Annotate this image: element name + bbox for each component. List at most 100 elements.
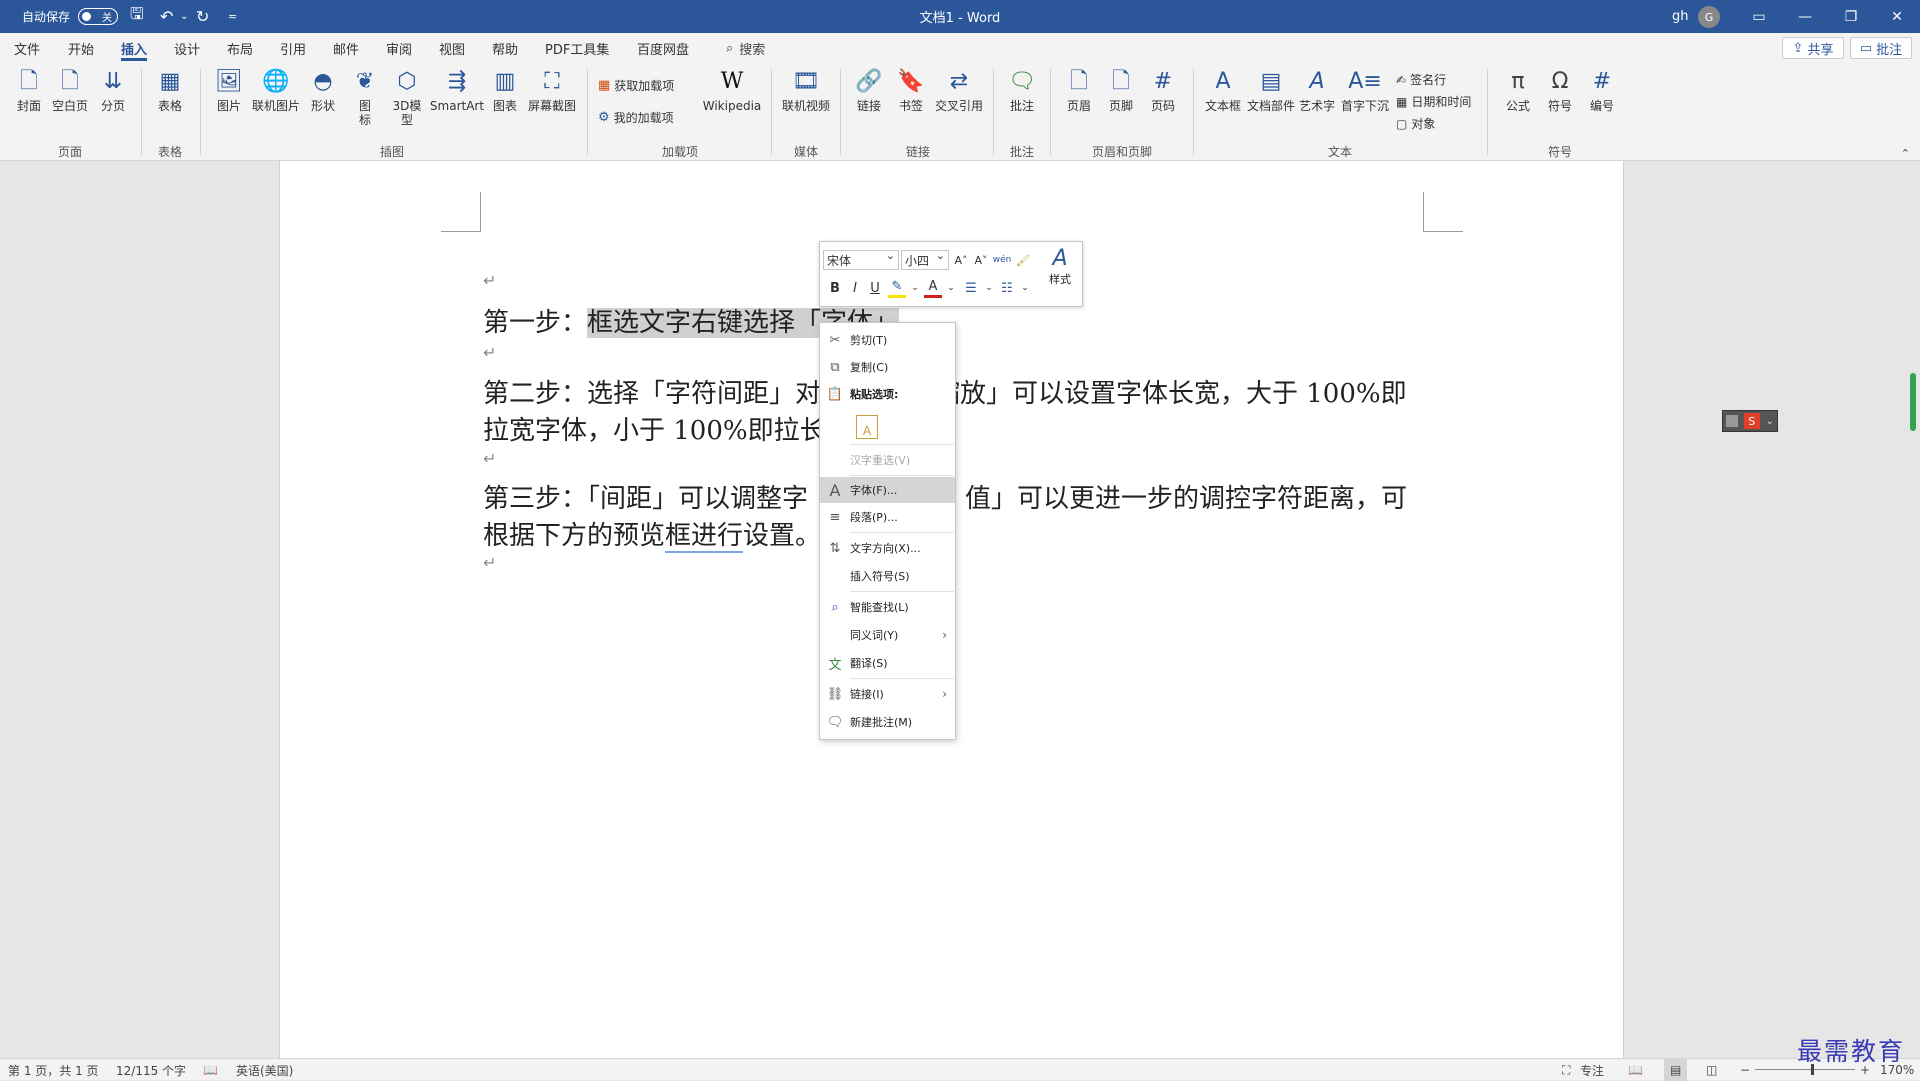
text-line-2-tail[interactable]: 缩放」可以设置字体长宽，大于 100%即	[934, 373, 1407, 410]
chevron-down-icon[interactable]: ⌄	[980, 278, 998, 298]
font-name-select[interactable]: 宋体	[823, 249, 899, 270]
text-line-5[interactable]: 根据下方的预览框进行设置。	[483, 515, 821, 553]
table-button[interactable]: ▦ 表格	[152, 67, 188, 114]
italic-icon[interactable]: I	[846, 278, 864, 298]
comments-button[interactable]: ▭ 批注	[1850, 37, 1912, 59]
header-button[interactable]: 🗋 页眉	[1062, 67, 1096, 114]
tab-insert[interactable]: 插入	[121, 33, 148, 63]
page-number-button[interactable]: # 页码	[1146, 67, 1180, 114]
spelling-flagged-text[interactable]: 框进行	[665, 521, 744, 553]
vertical-scrollbar-thumb[interactable]	[1910, 373, 1916, 431]
user-name[interactable]: gh	[1672, 0, 1689, 33]
icons-button[interactable]: ❦ 图标	[348, 67, 382, 128]
ribbon-display-options-icon[interactable]: ▭	[1736, 0, 1782, 33]
share-button[interactable]: ⇪ 共享	[1782, 37, 1844, 59]
text-line-2[interactable]: 第二步：选择「字符间距」对	[483, 373, 821, 410]
focus-mode-button[interactable]: 专注	[1580, 1059, 1604, 1081]
underline-icon[interactable]: U	[866, 278, 884, 298]
3d-models-button[interactable]: ⬡ 3D模型	[390, 67, 424, 128]
symbol-button[interactable]: Ω 符号	[1542, 67, 1578, 114]
shapes-button[interactable]: ◓ 形状	[306, 67, 340, 114]
chevron-down-icon[interactable]: ⌄	[1766, 416, 1774, 427]
word-count[interactable]: 12/115 个字	[116, 1059, 186, 1081]
undo-icon[interactable]: ↶	[160, 0, 173, 33]
font-color-icon[interactable]: A	[924, 278, 942, 298]
menu-item-font[interactable]: A 字体(F)...	[820, 477, 955, 503]
shrink-font-icon[interactable]: A˅	[972, 250, 990, 270]
chevron-down-icon[interactable]: ⌄	[942, 278, 960, 298]
equation-button[interactable]: π 公式	[1500, 67, 1536, 114]
text-line-3[interactable]: 拉宽字体，小于 100%即拉长	[483, 410, 826, 447]
tab-references[interactable]: 引用	[280, 33, 306, 63]
minimize-icon[interactable]: —	[1782, 0, 1828, 33]
tab-home[interactable]: 开始	[68, 33, 94, 63]
menu-item-cut[interactable]: ✂ 剪切(T)	[820, 327, 955, 353]
tab-file[interactable]: 文件	[14, 33, 40, 63]
link-button[interactable]: 🔗 链接	[852, 67, 886, 114]
signature-line-button[interactable]: ✍ 签名行	[1396, 71, 1446, 88]
search-box[interactable]: ⌕ 搜索	[726, 33, 765, 63]
cross-reference-button[interactable]: ⇄ 交叉引用	[932, 67, 986, 114]
collapse-ribbon-icon[interactable]: ⌃	[1901, 147, 1910, 160]
screenshot-button[interactable]: ⛶ 屏幕截图	[526, 67, 578, 114]
bookmark-button[interactable]: 🔖 书签	[894, 67, 928, 114]
redo-icon[interactable]: ↻	[196, 0, 209, 33]
ime-toolbar[interactable]: S ⌄	[1722, 410, 1778, 432]
grow-font-icon[interactable]: A˄	[952, 250, 970, 270]
object-button[interactable]: ▢ 对象	[1396, 115, 1435, 132]
web-layout-icon[interactable]: ◫	[1706, 1059, 1717, 1081]
menu-item-copy[interactable]: ⧉ 复制(C)	[820, 354, 955, 380]
menu-item-text-direction[interactable]: ⇅ 文字方向(X)...	[820, 535, 955, 561]
restore-icon[interactable]: ❐	[1828, 0, 1874, 33]
quick-parts-button[interactable]: ▤ 文档部件	[1246, 67, 1296, 114]
get-addins-button[interactable]: ▦ 获取加载项	[598, 77, 674, 94]
close-icon[interactable]: ✕	[1874, 0, 1920, 33]
footer-button[interactable]: 🗋 页脚	[1104, 67, 1138, 114]
page-break-button[interactable]: ⇊ 分页	[96, 67, 130, 114]
read-mode-icon[interactable]: 📖	[1628, 1059, 1643, 1081]
tab-help[interactable]: 帮助	[492, 33, 518, 63]
paste-keep-text-only-icon[interactable]: A	[856, 415, 878, 439]
tab-baidu-netdisk[interactable]: 百度网盘	[637, 33, 689, 63]
menu-item-smart-lookup[interactable]: ⌕ 智能查找(L)	[820, 594, 955, 620]
tab-mailings[interactable]: 邮件	[333, 33, 359, 63]
menu-item-new-comment[interactable]: 🗨 新建批注(M)	[820, 709, 955, 735]
tab-view[interactable]: 视图	[439, 33, 465, 63]
sogou-icon[interactable]: S	[1743, 413, 1760, 429]
chevron-down-icon[interactable]: ⌄	[906, 278, 924, 298]
smartart-button[interactable]: ⇶ SmartArt	[430, 67, 484, 114]
online-picture-button[interactable]: 🌐 联机图片	[250, 67, 302, 114]
zoom-slider[interactable]	[1755, 1069, 1855, 1070]
text-line-4-tail[interactable]: 值」可以更进一步的调控字符距离，可	[965, 478, 1407, 515]
styles-button[interactable]: A 样式	[1040, 246, 1080, 287]
avatar[interactable]: G	[1698, 6, 1720, 28]
zoom-out-icon[interactable]: −	[1740, 1059, 1750, 1081]
grid-icon[interactable]	[1725, 415, 1738, 427]
menu-item-link[interactable]: ⛓ 链接(I) ›	[820, 681, 955, 707]
menu-item-insert-symbol[interactable]: 插入符号(S)	[820, 563, 955, 589]
menu-item-synonyms[interactable]: 同义词(Y) ›	[820, 622, 955, 648]
my-addins-button[interactable]: ⚙ 我的加载项	[598, 109, 674, 126]
tab-review[interactable]: 审阅	[386, 33, 412, 63]
bold-icon[interactable]: B	[826, 278, 844, 298]
highlight-icon[interactable]: ✎	[888, 278, 906, 298]
bullets-icon[interactable]: ☰	[962, 278, 980, 298]
menu-item-translate[interactable]: 文翻译(S)	[820, 650, 955, 676]
focus-icon[interactable]: ⛶	[1562, 1059, 1570, 1081]
chart-button[interactable]: ▥ 图表	[488, 67, 522, 114]
page-count[interactable]: 第 1 页，共 1 页	[8, 1059, 99, 1081]
text-line-4[interactable]: 第三步：「间距」可以调整字	[483, 478, 808, 515]
drop-cap-button[interactable]: A≡ 首字下沉	[1340, 67, 1390, 114]
tab-layout[interactable]: 布局	[227, 33, 253, 63]
date-time-button[interactable]: ▦ 日期和时间	[1396, 93, 1471, 110]
textbox-button[interactable]: A 文本框	[1202, 67, 1244, 114]
tab-design[interactable]: 设计	[174, 33, 200, 63]
blank-page-button[interactable]: 🗋 空白页	[50, 67, 90, 114]
phonetic-guide-icon[interactable]: wén	[993, 250, 1012, 270]
autosave-toggle[interactable]: 关	[78, 8, 118, 25]
language-indicator[interactable]: 英语(美国)	[236, 1059, 293, 1081]
numbering-icon[interactable]: ☷	[998, 278, 1016, 298]
wikipedia-button[interactable]: W Wikipedia	[700, 67, 764, 114]
undo-dropdown-icon[interactable]: ⌄	[180, 0, 188, 33]
save-icon[interactable]: 🖫	[130, 0, 144, 33]
